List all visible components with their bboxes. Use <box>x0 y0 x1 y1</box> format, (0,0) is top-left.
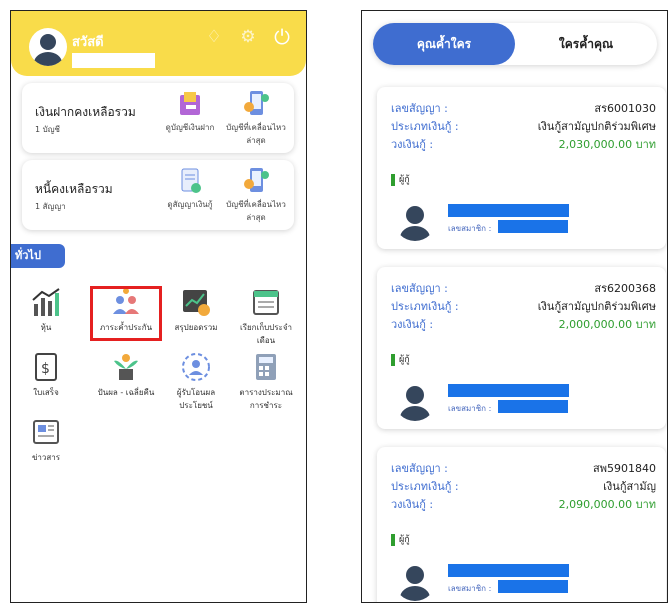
contract-card[interactable]: เลขสัญญา : สร6001030 ประเภทเงินกู้ : เงินก… <box>377 87 666 249</box>
member-number-label: เลขสมาชิก : <box>448 224 492 233</box>
menu-news[interactable]: ข่าวสาร <box>13 416 79 464</box>
view-savings-label: ดูบัญชีเงินฝาก <box>165 123 215 132</box>
menu-news-label: ข่าวสาร <box>31 453 61 462</box>
loan-card[interactable]: หนี้คงเหลือรวม 1 สัญญา ดูสัญญาเงินกู้ บั… <box>22 160 294 230</box>
borrower-label: ผู้กู้ <box>399 535 410 545</box>
guarantee-screen: คุณค้ำใคร ใครค้ำคุณ เลขสัญญา : สร6001030 … <box>361 10 668 603</box>
loan-type-label: ประเภทเงินกู้ : <box>391 480 459 493</box>
loan-type: เงินกู้สามัญ <box>603 480 656 493</box>
loan-count: 1 สัญญา <box>35 202 66 211</box>
passbook-icon <box>175 89 205 119</box>
loan-type-label: ประเภทเงินกู้ : <box>391 120 459 133</box>
menu-payment-schedule-label: ตารางประมาณการชำระ <box>239 388 293 410</box>
member-number-redacted <box>498 580 568 593</box>
borrower-avatar <box>394 379 436 421</box>
receipt-icon: $ <box>30 351 62 383</box>
loan-amount: 2,030,000.00 บาท <box>558 138 656 151</box>
phone-transaction-icon <box>241 89 271 119</box>
recent-savings-transactions-button[interactable]: บัญชีที่เคลื่อนไหวล่าสุด <box>220 89 292 147</box>
tab-bar: คุณค้ำใคร ใครค้ำคุณ <box>373 23 657 65</box>
phone-transaction-icon <box>241 166 271 196</box>
borrower-name-redacted <box>448 204 569 217</box>
borrower-heading: ผู้กู้ <box>391 352 410 366</box>
menu-payment-schedule[interactable]: ตารางประมาณการชำระ <box>233 351 299 412</box>
borrower-avatar <box>394 559 436 601</box>
savings-title: เงินฝากคงเหลือรวม <box>35 105 136 119</box>
member-number-label: เลขสมาชิก : <box>448 584 492 593</box>
bell-icon[interactable]: ♢ <box>204 27 224 47</box>
menu-dividend[interactable]: ปันผล - เฉลี่ยคืน <box>93 351 159 399</box>
calendar-icon <box>250 286 282 318</box>
calculator-icon <box>250 351 282 383</box>
menu-shares[interactable]: หุ้น <box>13 286 79 334</box>
borrower-heading: ผู้กู้ <box>391 532 410 546</box>
home-screen: สวัสดี ♢ ⚙ ⏻ เงินฝากคงเหลือรวม 1 บัญชี ด… <box>10 10 307 603</box>
news-icon <box>30 416 62 448</box>
greeting-text: สวัสดี <box>72 35 104 50</box>
borrower-name-redacted <box>448 384 569 397</box>
menu-receipts-label: ใบเสร็จ <box>33 388 59 397</box>
loan-type-label: ประเภทเงินกู้ : <box>391 300 459 313</box>
contract-card[interactable]: เลขสัญญา : สร6200368 ประเภทเงินกู้ : เงินก… <box>377 267 666 429</box>
borrower-name-redacted <box>448 564 569 577</box>
view-loan-contract-button[interactable]: ดูสัญญาเงินกู้ <box>154 166 226 211</box>
contract-number: สร6001030 <box>594 102 656 115</box>
stock-chart-icon <box>30 286 62 318</box>
savings-count: 1 บัญชี <box>35 125 60 134</box>
loan-type: เงินกู้สามัญปกติร่วมพิเศษ <box>537 300 656 313</box>
borrower-heading: ผู้กู้ <box>391 172 410 186</box>
contract-number-label: เลขสัญญา : <box>391 282 448 295</box>
svg-text:$: $ <box>41 361 50 377</box>
contract-number: สพ5901840 <box>593 462 656 475</box>
member-number-redacted <box>498 220 568 233</box>
borrower-avatar <box>394 199 436 241</box>
contract-icon <box>175 166 205 196</box>
member-number-redacted <box>498 400 568 413</box>
menu-receipts[interactable]: $ ใบเสร็จ <box>13 351 79 399</box>
menu-dividend-label: ปันผล - เฉลี่ยคืน <box>97 388 155 397</box>
recent-savings-label: บัญชีที่เคลื่อนไหวล่าสุด <box>226 123 286 145</box>
header-bar: สวัสดี ♢ ⚙ ⏻ <box>11 11 306 76</box>
loan-amount-label: วงเงินกู้ : <box>391 138 434 151</box>
contract-number-label: เลขสัญญา : <box>391 102 448 115</box>
menu-summary[interactable]: สรุปยอดรวม <box>163 286 229 334</box>
loan-amount-label: วงเงินกู้ : <box>391 498 434 511</box>
menu-monthly-billing-label: เรียกเก็บประจำเดือน <box>239 323 293 345</box>
loan-amount: 2,090,000.00 บาท <box>558 498 656 511</box>
contract-number: สร6200368 <box>594 282 656 295</box>
view-loan-label: ดูสัญญาเงินกู้ <box>167 200 213 209</box>
savings-card[interactable]: เงินฝากคงเหลือรวม 1 บัญชี ดูบัญชีเงินฝาก… <box>22 83 294 153</box>
beneficiary-icon <box>180 351 212 383</box>
recent-loan-transactions-button[interactable]: บัญชีที่เคลื่อนไหวล่าสุด <box>220 166 292 224</box>
dividend-plant-icon <box>110 351 142 383</box>
tab-guarantees-you[interactable]: ใครค้ำคุณ <box>515 23 657 65</box>
menu-beneficiary[interactable]: ผู้รับโอนผลประโยชน์ <box>163 351 229 412</box>
borrower-label: ผู้กู้ <box>399 355 410 365</box>
contract-card[interactable]: เลขสัญญา : สพ5901840 ประเภทเงินกู้ : เงินก… <box>377 447 666 602</box>
menu-monthly-billing[interactable]: เรียกเก็บประจำเดือน <box>233 286 299 347</box>
menu-shares-label: หุ้น <box>40 323 52 332</box>
loan-amount-label: วงเงินกู้ : <box>391 318 434 331</box>
gear-icon[interactable]: ⚙ <box>238 27 258 47</box>
profile-avatar[interactable] <box>29 28 67 66</box>
summary-icon <box>180 286 212 318</box>
recent-loan-label: บัญชีที่เคลื่อนไหวล่าสุด <box>226 200 286 222</box>
section-general-label: ทั่วไป <box>11 244 65 268</box>
menu-summary-label: สรุปยอดรวม <box>174 323 218 332</box>
power-icon[interactable]: ⏻ <box>272 27 292 47</box>
tab-you-guarantee[interactable]: คุณค้ำใคร <box>373 23 515 65</box>
contract-number-label: เลขสัญญา : <box>391 462 448 475</box>
view-savings-button[interactable]: ดูบัญชีเงินฝาก <box>154 89 226 134</box>
loan-title: หนี้คงเหลือรวม <box>35 182 113 196</box>
menu-beneficiary-label: ผู้รับโอนผลประโยชน์ <box>176 388 216 410</box>
loan-type: เงินกู้สามัญปกติร่วมพิเศษ <box>537 120 656 133</box>
borrower-label: ผู้กู้ <box>399 175 410 185</box>
user-name-redacted <box>72 53 155 68</box>
highlight-box <box>90 286 162 341</box>
member-number-label: เลขสมาชิก : <box>448 404 492 413</box>
loan-amount: 2,000,000.00 บาท <box>558 318 656 331</box>
